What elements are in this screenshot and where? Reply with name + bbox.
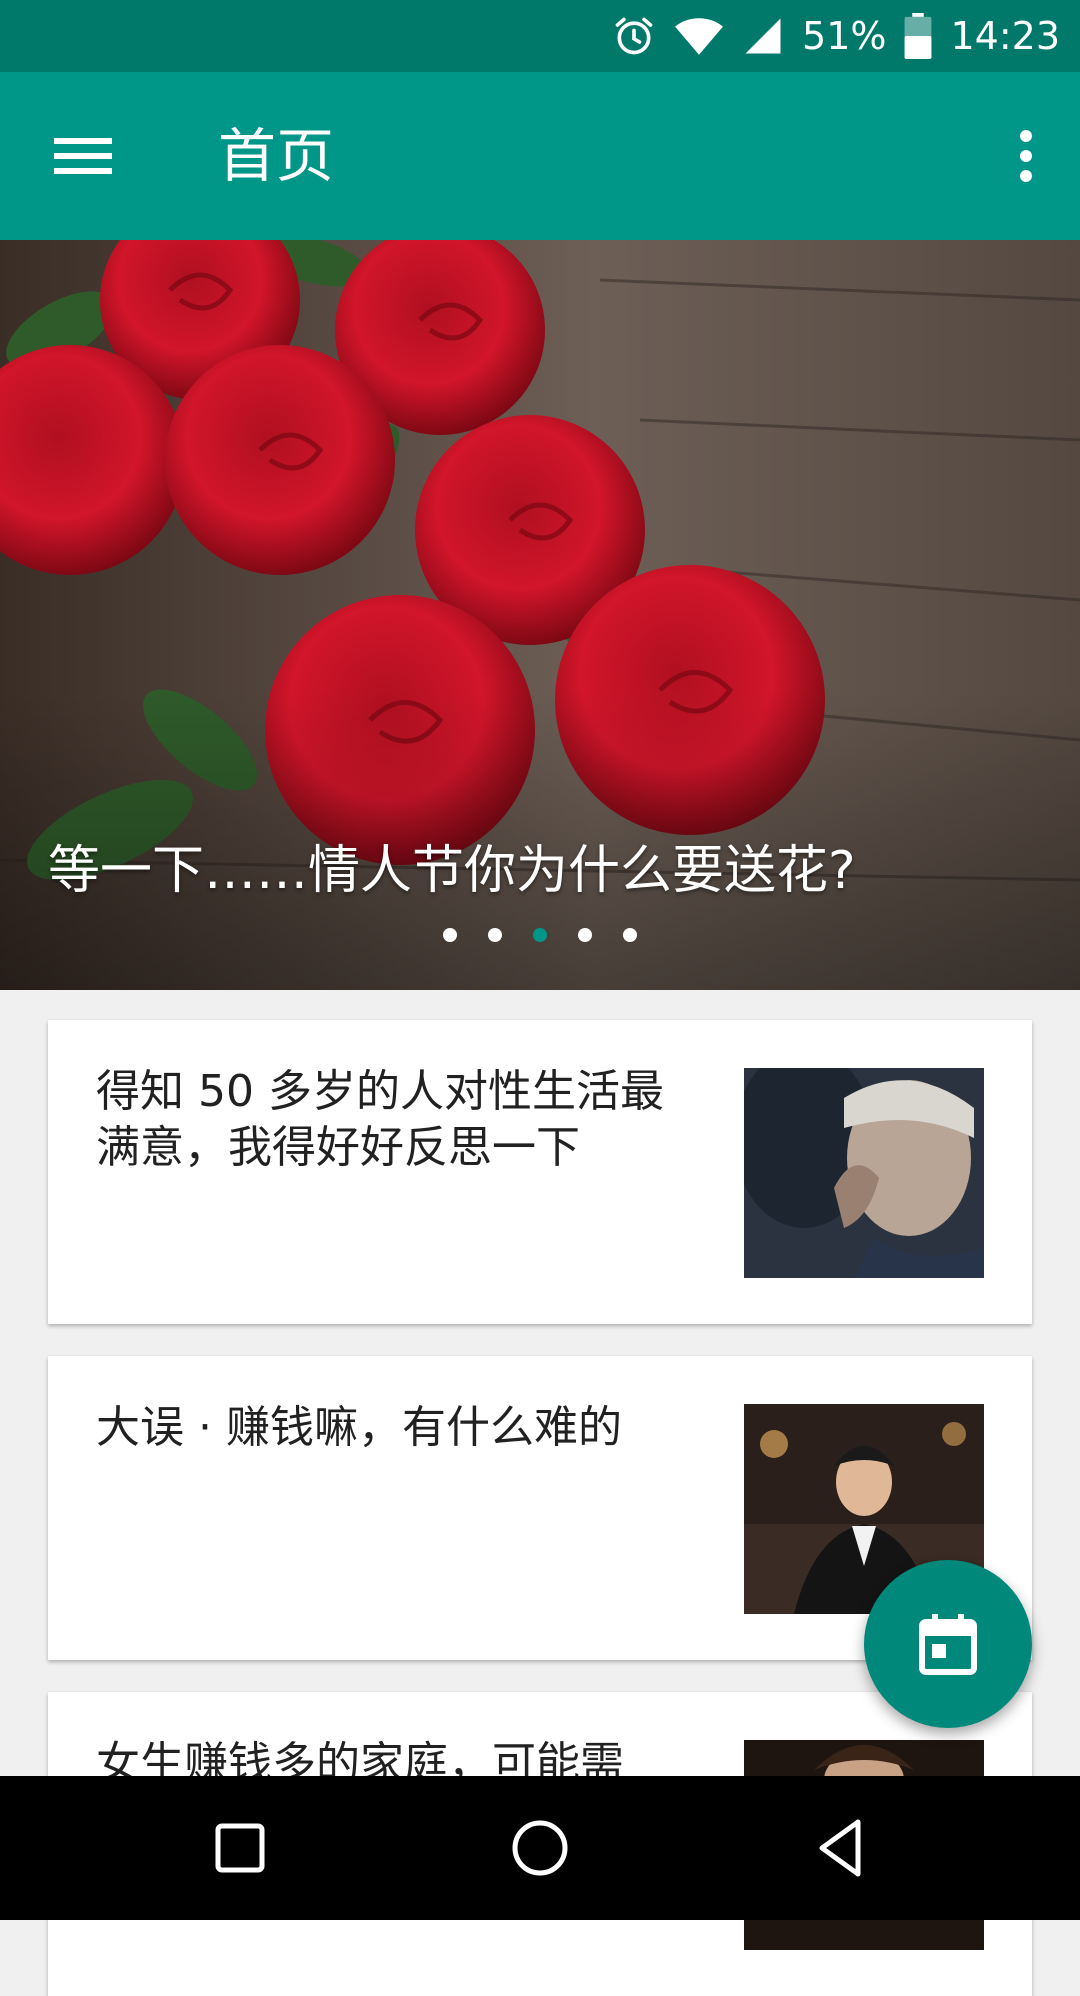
carousel-dot-active[interactable] [533, 928, 547, 942]
carousel-dot[interactable] [488, 928, 502, 942]
carousel-dot[interactable] [623, 928, 637, 942]
banner-title[interactable]: 等一下……情人节你为什么要送花? [48, 828, 856, 903]
elderly-woman-photo [744, 1068, 984, 1278]
back-icon[interactable] [804, 1812, 876, 1884]
clock: 14:23 [950, 14, 1060, 58]
wifi-icon [675, 18, 723, 55]
page-title: 首页 [218, 122, 335, 190]
navigation-bar [0, 1776, 1080, 1920]
calendar-fab-button[interactable] [864, 1560, 1032, 1728]
alarm-icon [615, 17, 653, 55]
status-bar: 51% 14:23 [0, 0, 1080, 72]
article-title[interactable]: 大误 · 赚钱嘛，有什么难的 [96, 1400, 696, 1456]
battery-icon [905, 13, 932, 59]
signal-icon [745, 18, 781, 54]
carousel-dot[interactable] [578, 928, 592, 942]
app-bar: 首页 [0, 72, 1080, 240]
carousel-indicator [0, 928, 1080, 942]
battery-percentage: 51% [802, 14, 887, 58]
recent-apps-icon[interactable] [204, 1812, 276, 1884]
more-vert-icon[interactable] [1002, 124, 1050, 188]
article-title[interactable]: 得知 50 多岁的人对性生活最满意，我得好好反思一下 [96, 1064, 696, 1176]
home-icon[interactable] [504, 1812, 576, 1884]
menu-icon[interactable] [40, 130, 132, 182]
article-thumbnail[interactable] [744, 1068, 984, 1278]
article-card[interactable]: 得知 50 多岁的人对性生活最满意，我得好好反思一下 [48, 1020, 1032, 1324]
carousel-dot[interactable] [443, 928, 457, 942]
banner-carousel[interactable]: 等一下……情人节你为什么要送花? [0, 240, 1080, 990]
calendar-icon [919, 1614, 977, 1675]
